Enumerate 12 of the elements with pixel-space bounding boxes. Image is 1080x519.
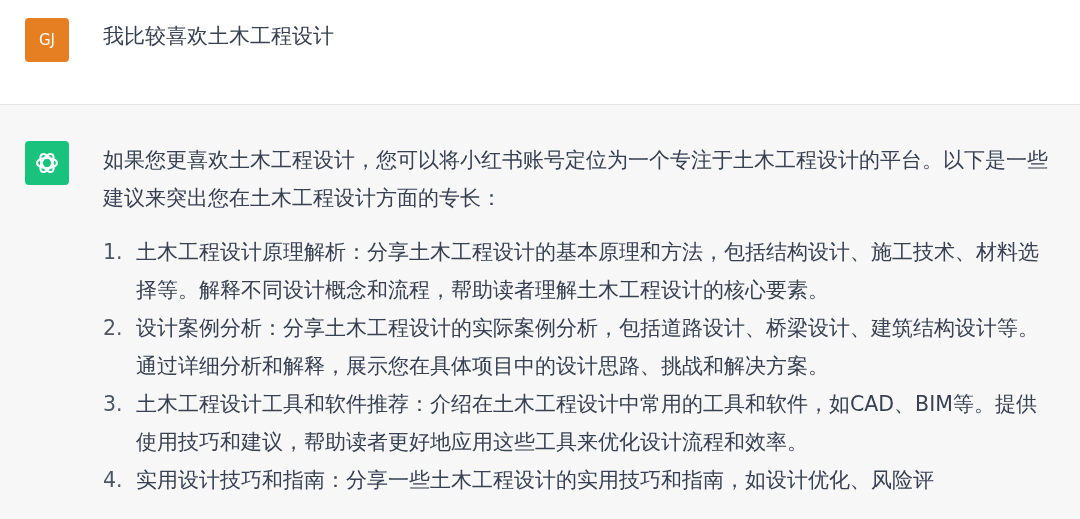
list-item-text: 设计案例分析：分享土木工程设计的实际案例分析，包括道路设计、桥梁设计、建筑结构设计等。通过详细分析和解释，展示您在具体项目中的设计思路、挑战和解决方案。 [136, 315, 1040, 380]
list-item-text: 实用设计技巧和指南：分享一些土木工程设计的实用技巧和指南，如设计优化、风险评 [136, 467, 935, 494]
list-number: 1. [103, 239, 124, 266]
list-number: 4. [103, 467, 124, 494]
assistant-logo-icon [25, 141, 69, 185]
user-message: 我比较喜欢土木工程设计 [103, 23, 334, 50]
list-number: 3. [103, 391, 124, 418]
assistant-paragraph: 如果您更喜欢土木工程设计，您可以将小红书账号定位为一个专注于土木工程设计的平台。以下是一些建议来突出您在土木工程设计方面的专长： [103, 147, 1049, 212]
list-item-text: 土木工程设计原理解析：分享土木工程设计的基本原理和方法，包括结构设计、施工技术、材料选择等。解释不同设计概念和流程，帮助读者理解土木工程设计的核心要素。 [136, 239, 1040, 304]
user-avatar: GJ [25, 18, 69, 62]
list-item-text: 土木工程设计工具和软件推荐：介绍在土木工程设计中常用的工具和软件，如CAD、BIM等。提供使用技巧和建议，帮助读者更好地应用这些工具来优化设计流程和效率。 [136, 391, 1038, 456]
list-number: 2. [103, 315, 124, 342]
